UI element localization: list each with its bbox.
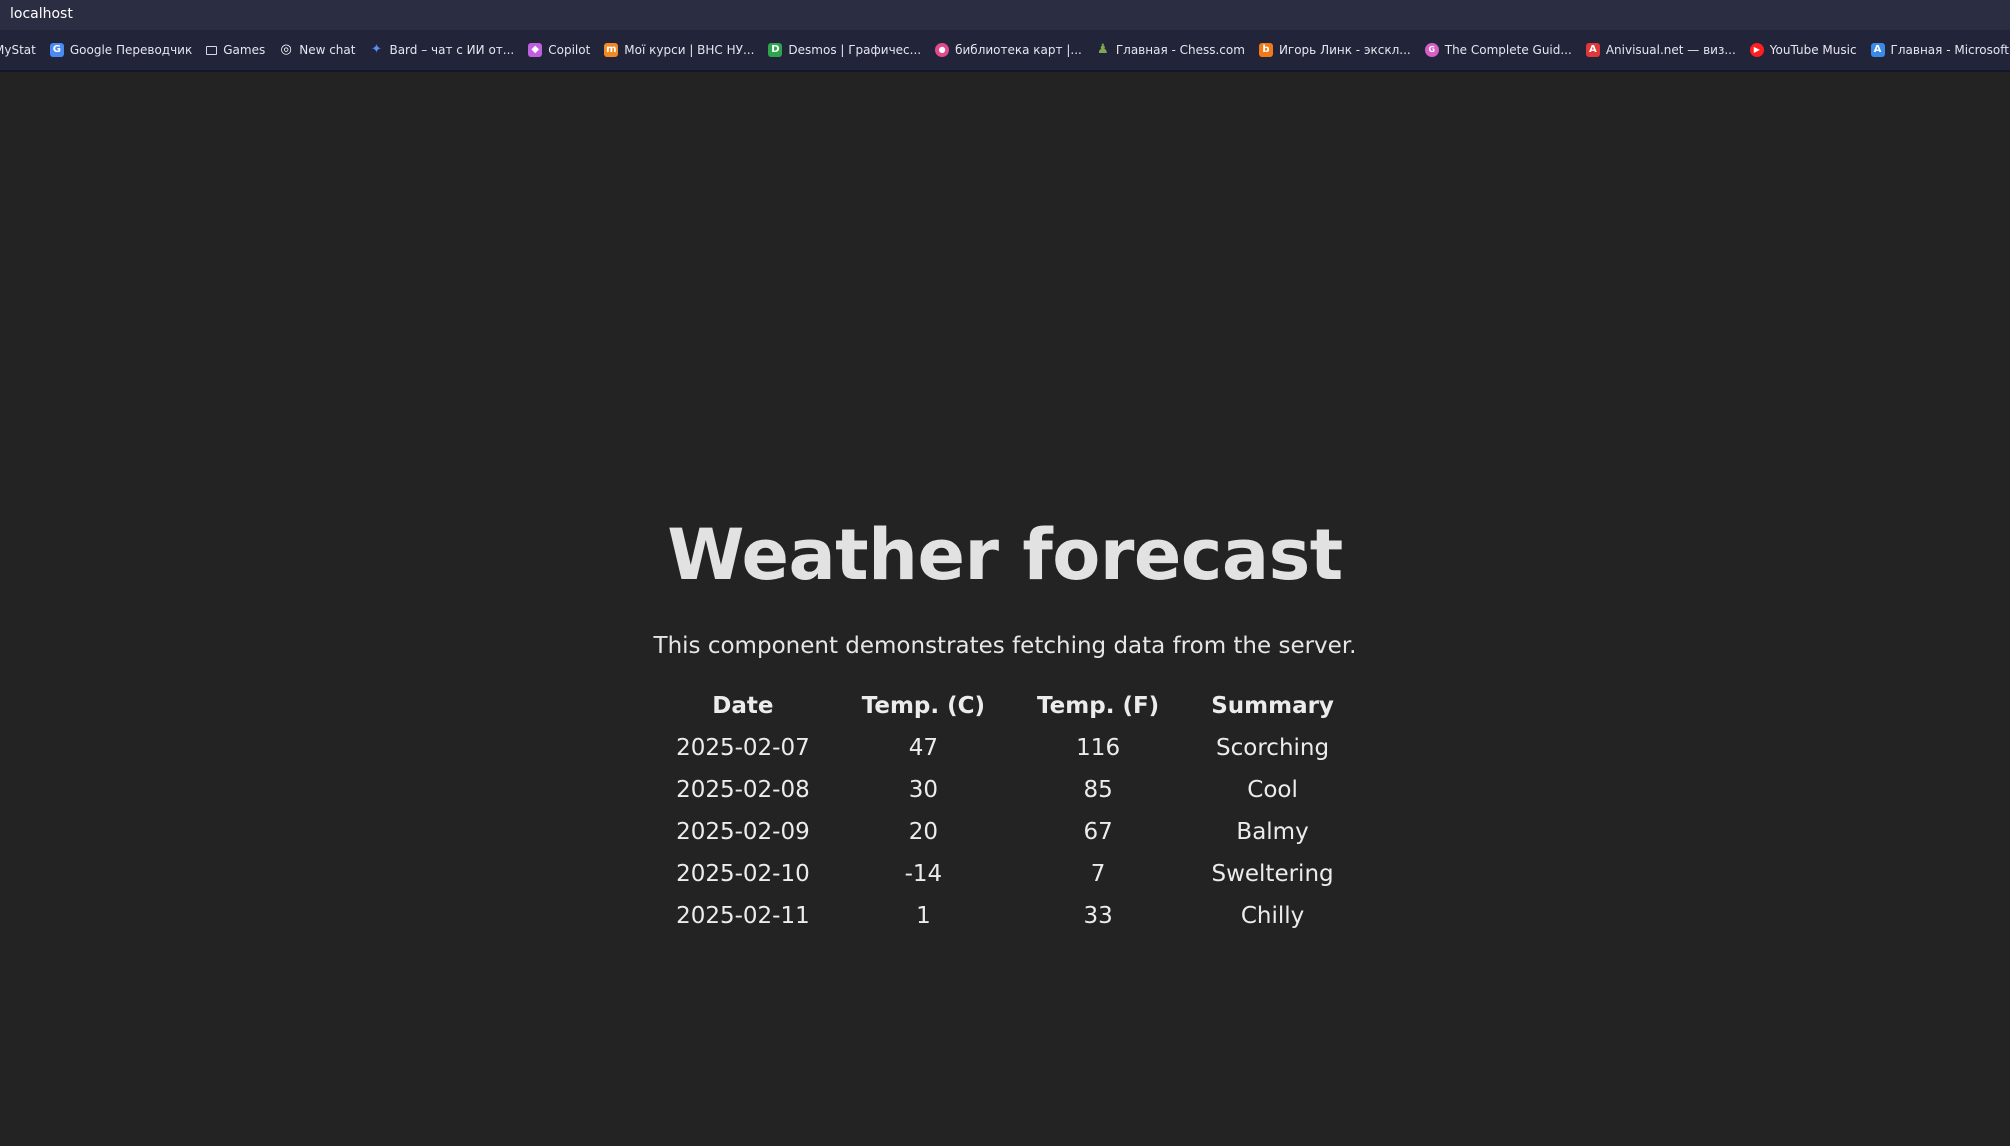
bookmark-label: Главная - Chess.com [1115, 43, 1245, 57]
bookmark-label: Games [223, 43, 266, 57]
column-header-date: Date [712, 693, 774, 719]
moodle-icon: m [604, 43, 619, 57]
table-row: 2025-02-09 20 67 Balmy [650, 811, 1360, 853]
bard-icon: ✦ [371, 42, 382, 57]
column-header-temp-c: Temp. (C) [861, 693, 986, 719]
bookmark-item[interactable]: G The Complete Guid... [1418, 37, 1579, 63]
page-body: Weather forecast This component demonstr… [0, 72, 2010, 1146]
bookmark-label: Desmos | Графичес... [788, 43, 922, 57]
bookmark-item[interactable]: ♟ Главная - Chess.com [1089, 37, 1252, 63]
bookmark-item[interactable]: ✦ Bard – чат с ИИ от... [362, 37, 521, 63]
bookmark-label: библиотека карт |... [955, 43, 1082, 57]
address-bar[interactable]: localhost [0, 0, 2010, 30]
bookmark-label: Игорь Линк - экскл... [1278, 43, 1411, 57]
cell-temp-f: 116 [1076, 735, 1121, 761]
bookmark-item[interactable]: ◎ New chat [272, 37, 362, 63]
cards-icon: ● [935, 43, 950, 57]
bookmark-item[interactable]: G Google Переводчик [43, 37, 199, 63]
folder-icon [206, 45, 218, 55]
bookmark-item[interactable]: m Мої курси | ВНС НУ... [597, 37, 761, 63]
bookmark-item[interactable]: ● библиотека карт |... [928, 37, 1089, 63]
copilot-icon: ◆ [528, 43, 543, 57]
table-row: 2025-02-10 -14 7 Sweltering [650, 853, 1360, 895]
cell-date: 2025-02-07 [676, 735, 810, 761]
bookmark-label: Copilot [548, 43, 591, 57]
table-row: 2025-02-11 1 33 Chilly [650, 895, 1360, 937]
azure-icon: A [1870, 43, 1885, 57]
bookmark-label: YouTube Music [1769, 43, 1857, 57]
bookmark-label: New chat [299, 43, 356, 57]
address-text[interactable]: localhost [10, 6, 73, 22]
bookmark-label: Bard – чат с ИИ от... [389, 43, 515, 57]
cell-temp-f: 7 [1090, 861, 1106, 887]
table-header-row: Date Temp. (C) Temp. (F) Summary [650, 685, 1360, 727]
column-header-temp-f: Temp. (F) [1037, 693, 1160, 719]
desmos-icon: D [768, 43, 783, 57]
bookmark-item[interactable]: D Desmos | Графичес... [761, 37, 928, 63]
column-header-summary: Summary [1211, 693, 1334, 719]
bookmark-item[interactable]: Games [199, 37, 272, 63]
cell-temp-f: 85 [1083, 777, 1113, 803]
cell-temp-f: 33 [1083, 903, 1113, 929]
chess-icon: ♟ [1097, 42, 1109, 57]
cell-summary: Balmy [1236, 819, 1309, 845]
bookmark-item[interactable]: ◆ Copilot [521, 37, 597, 63]
youtube-music-icon: ▶ [1749, 43, 1764, 57]
bookmark-item[interactable]: ▶ YouTube Music [1743, 37, 1864, 63]
page-title: Weather forecast [667, 514, 1343, 596]
page-subtitle: This component demonstrates fetching dat… [653, 633, 1357, 659]
cell-date: 2025-02-08 [676, 777, 810, 803]
cell-date: 2025-02-10 [676, 861, 810, 887]
boosty-icon: b [1258, 43, 1273, 57]
cell-summary: Cool [1247, 777, 1298, 803]
openai-icon: ◎ [280, 42, 292, 57]
bookmark-label: The Complete Guid... [1444, 43, 1572, 57]
table-row: 2025-02-08 30 85 Cool [650, 769, 1360, 811]
cell-temp-c: 47 [908, 735, 939, 761]
cell-temp-c: -14 [904, 861, 943, 887]
cell-temp-c: 1 [916, 903, 931, 929]
cell-summary: Sweltering [1211, 861, 1334, 887]
bookmark-item[interactable]: MyStat [0, 37, 43, 63]
bookmark-item[interactable]: A Главная - Microsoft... [1864, 37, 2010, 63]
cell-date: 2025-02-11 [676, 903, 810, 929]
table-row: 2025-02-07 47 116 Scorching [650, 727, 1360, 769]
cell-temp-c: 30 [908, 777, 939, 803]
forecast-table: Date Temp. (C) Temp. (F) Summary 2025-02… [650, 685, 1360, 937]
google-translate-icon: G [49, 43, 64, 57]
cell-summary: Chilly [1240, 903, 1305, 929]
bookmark-label: Главная - Microsoft... [1890, 43, 2010, 57]
forecast-content: Weather forecast This component demonstr… [0, 505, 2010, 937]
bookmarks-bar: MyStat G Google Переводчик Games ◎ New chat ✦ B… [0, 30, 2010, 72]
bookmark-item[interactable]: A Anivisual.net — виз... [1579, 37, 1743, 63]
guide-icon: G [1424, 43, 1439, 57]
cell-date: 2025-02-09 [676, 819, 810, 845]
bookmark-label: Anivisual.net — виз... [1605, 43, 1736, 57]
bookmark-label: Мої курси | ВНС НУ... [624, 43, 755, 57]
bookmark-label: Google Переводчик [69, 43, 193, 57]
cell-temp-c: 20 [908, 819, 939, 845]
bookmark-label: MyStat [0, 43, 36, 57]
cell-temp-f: 67 [1083, 819, 1113, 845]
cell-summary: Scorching [1216, 735, 1330, 761]
bookmark-item[interactable]: b Игорь Линк - экскл... [1252, 37, 1418, 63]
anivisual-icon: A [1585, 43, 1600, 57]
